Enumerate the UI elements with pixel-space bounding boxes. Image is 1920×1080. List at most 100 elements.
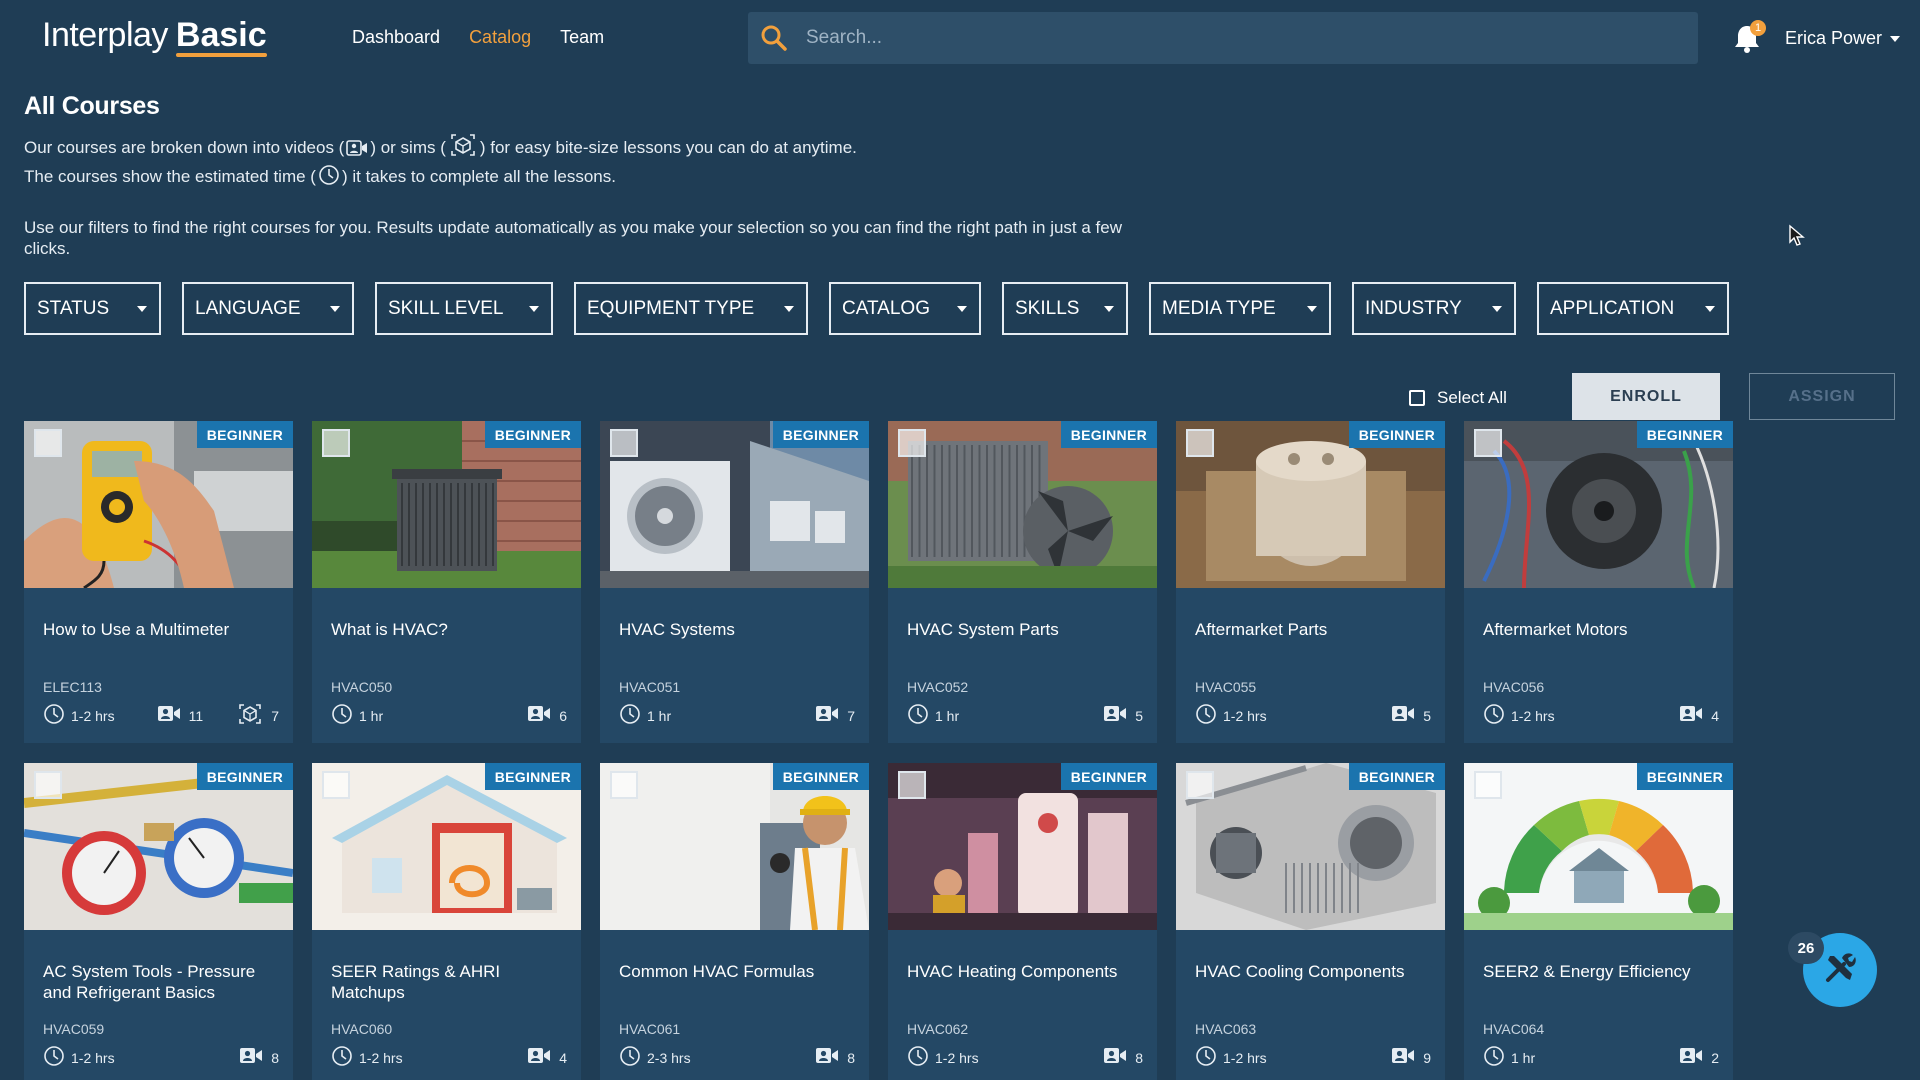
app-logo[interactable]: Interplay Basic bbox=[42, 16, 267, 57]
course-card[interactable]: BEGINNER Aftermarket Motors HVAC056 1-2 … bbox=[1464, 421, 1733, 743]
chevron-down-icon bbox=[1890, 35, 1901, 42]
course-code: HVAC064 bbox=[1483, 1021, 1545, 1037]
course-card[interactable]: BEGINNER HVAC Cooling Components HVAC063… bbox=[1176, 763, 1445, 1080]
filter-language[interactable]: LANGUAGE bbox=[182, 282, 354, 335]
course-title[interactable]: Common HVAC Formulas bbox=[619, 961, 854, 982]
user-menu[interactable]: Erica Power bbox=[1785, 28, 1901, 49]
course-title[interactable]: HVAC Cooling Components bbox=[1195, 961, 1430, 982]
chevron-down-icon bbox=[1104, 305, 1114, 312]
sim-count: 7 bbox=[237, 703, 279, 728]
search-icon[interactable] bbox=[748, 12, 800, 64]
enroll-button[interactable]: ENROLL bbox=[1572, 373, 1720, 420]
nav-dashboard[interactable]: Dashboard bbox=[352, 27, 440, 48]
course-title[interactable]: HVAC Systems bbox=[619, 619, 854, 640]
video-count: 5 bbox=[1391, 704, 1431, 727]
chevron-down-icon bbox=[1705, 305, 1715, 312]
course-title[interactable]: HVAC Heating Components bbox=[907, 961, 1142, 982]
course-code: HVAC060 bbox=[331, 1021, 393, 1037]
select-all-checkbox[interactable] bbox=[1409, 390, 1425, 406]
course-checkbox[interactable] bbox=[1474, 771, 1502, 799]
chevron-down-icon bbox=[330, 305, 340, 312]
nav-catalog[interactable]: Catalog bbox=[469, 27, 531, 48]
intro-line-4: clicks. bbox=[24, 239, 71, 258]
course-checkbox[interactable] bbox=[610, 771, 638, 799]
course-code: HVAC061 bbox=[619, 1021, 681, 1037]
course-card[interactable]: BEGINNER Common HVAC Formulas HVAC061 2-… bbox=[600, 763, 869, 1080]
course-checkbox[interactable] bbox=[610, 429, 638, 457]
course-card[interactable]: BEGINNER SEER Ratings & AHRI Matchups HV… bbox=[312, 763, 581, 1080]
filter-equipment-type[interactable]: EQUIPMENT TYPE bbox=[574, 282, 808, 335]
intro-text: ) it takes to complete all the lessons. bbox=[341, 167, 616, 186]
course-title[interactable]: Aftermarket Parts bbox=[1195, 619, 1430, 640]
nav-team[interactable]: Team bbox=[560, 27, 604, 48]
course-card[interactable]: BEGINNER HVAC Systems HVAC051 1 hr 7 bbox=[600, 421, 869, 743]
lesson-counts: 5 bbox=[1391, 704, 1431, 727]
filter-label: SKILL LEVEL bbox=[388, 297, 504, 319]
duration-text: 1 hr bbox=[647, 707, 672, 724]
video-count: 7 bbox=[815, 704, 855, 727]
video-count-text: 9 bbox=[1423, 1049, 1431, 1066]
filter-media-type[interactable]: MEDIA TYPE bbox=[1149, 282, 1331, 335]
duration-text: 1-2 hrs bbox=[71, 707, 115, 724]
video-count-text: 8 bbox=[847, 1049, 855, 1066]
video-count: 8 bbox=[1103, 1046, 1143, 1069]
search-input[interactable] bbox=[800, 12, 1698, 64]
clock-icon bbox=[331, 703, 353, 728]
duration-text: 1 hr bbox=[935, 707, 960, 724]
course-checkbox[interactable] bbox=[1186, 771, 1214, 799]
course-title[interactable]: HVAC System Parts bbox=[907, 619, 1142, 640]
skill-level-badge: BEGINNER bbox=[772, 763, 869, 790]
video-icon bbox=[815, 704, 839, 727]
course-checkbox[interactable] bbox=[898, 429, 926, 457]
video-count: 2 bbox=[1679, 1046, 1719, 1069]
course-checkbox[interactable] bbox=[322, 771, 350, 799]
course-card[interactable]: BEGINNER How to Use a Multimeter ELEC113… bbox=[24, 421, 293, 743]
filter-bar: STATUS LANGUAGE SKILL LEVEL EQUIPMENT TY… bbox=[24, 282, 1729, 335]
course-card[interactable]: BEGINNER Aftermarket Parts HVAC055 1-2 h… bbox=[1176, 421, 1445, 743]
course-duration: 2-3 hrs bbox=[619, 1045, 691, 1070]
intro-text: ) or sims ( bbox=[370, 138, 446, 157]
course-checkbox[interactable] bbox=[34, 771, 62, 799]
filter-label: INDUSTRY bbox=[1365, 297, 1462, 319]
course-duration: 1-2 hrs bbox=[1195, 703, 1267, 728]
sim-icon bbox=[237, 703, 263, 728]
filter-skills[interactable]: SKILLS bbox=[1002, 282, 1128, 335]
lesson-counts: 4 bbox=[1679, 704, 1719, 727]
course-checkbox[interactable] bbox=[1186, 429, 1214, 457]
course-card[interactable]: BEGINNER HVAC System Parts HVAC052 1 hr … bbox=[888, 421, 1157, 743]
course-checkbox[interactable] bbox=[322, 429, 350, 457]
chevron-down-icon bbox=[137, 305, 147, 312]
filter-catalog[interactable]: CATALOG bbox=[829, 282, 981, 335]
filter-industry[interactable]: INDUSTRY bbox=[1352, 282, 1516, 335]
lesson-counts: 8 bbox=[239, 1046, 279, 1069]
clock-icon bbox=[331, 1045, 353, 1070]
course-card[interactable]: BEGINNER SEER2 & Energy Efficiency HVAC0… bbox=[1464, 763, 1733, 1080]
video-icon bbox=[1103, 1046, 1127, 1069]
course-checkbox[interactable] bbox=[1474, 429, 1502, 457]
course-card[interactable]: BEGINNER What is HVAC? HVAC050 1 hr 6 bbox=[312, 421, 581, 743]
course-checkbox[interactable] bbox=[898, 771, 926, 799]
course-meta: 1 hr 2 bbox=[1483, 1045, 1719, 1070]
course-title[interactable]: SEER Ratings & AHRI Matchups bbox=[331, 961, 566, 1003]
select-all[interactable]: Select All bbox=[1409, 388, 1507, 408]
course-title[interactable]: What is HVAC? bbox=[331, 619, 566, 640]
course-title[interactable]: SEER2 & Energy Efficiency bbox=[1483, 961, 1718, 982]
video-icon bbox=[157, 704, 181, 727]
video-count: 5 bbox=[1103, 704, 1143, 727]
filter-application[interactable]: APPLICATION bbox=[1537, 282, 1729, 335]
filter-status[interactable]: STATUS bbox=[24, 282, 161, 335]
lesson-counts: 11 7 bbox=[157, 703, 279, 728]
course-title[interactable]: AC System Tools - Pressure and Refrigera… bbox=[43, 961, 278, 1003]
course-title[interactable]: Aftermarket Motors bbox=[1483, 619, 1718, 640]
course-title[interactable]: How to Use a Multimeter bbox=[43, 619, 278, 640]
course-card[interactable]: BEGINNER AC System Tools - Pressure and … bbox=[24, 763, 293, 1080]
filter-skill-level[interactable]: SKILL LEVEL bbox=[375, 282, 553, 335]
skill-level-badge: BEGINNER bbox=[196, 763, 293, 790]
assign-button[interactable]: ASSIGN bbox=[1749, 373, 1895, 420]
video-count: 9 bbox=[1391, 1046, 1431, 1069]
course-card[interactable]: BEGINNER HVAC Heating Components HVAC062… bbox=[888, 763, 1157, 1080]
top-navbar: Interplay Basic Dashboard Catalog Team 1… bbox=[0, 0, 1920, 76]
video-count-text: 5 bbox=[1135, 707, 1143, 724]
lesson-counts: 2 bbox=[1679, 1046, 1719, 1069]
course-checkbox[interactable] bbox=[34, 429, 62, 457]
